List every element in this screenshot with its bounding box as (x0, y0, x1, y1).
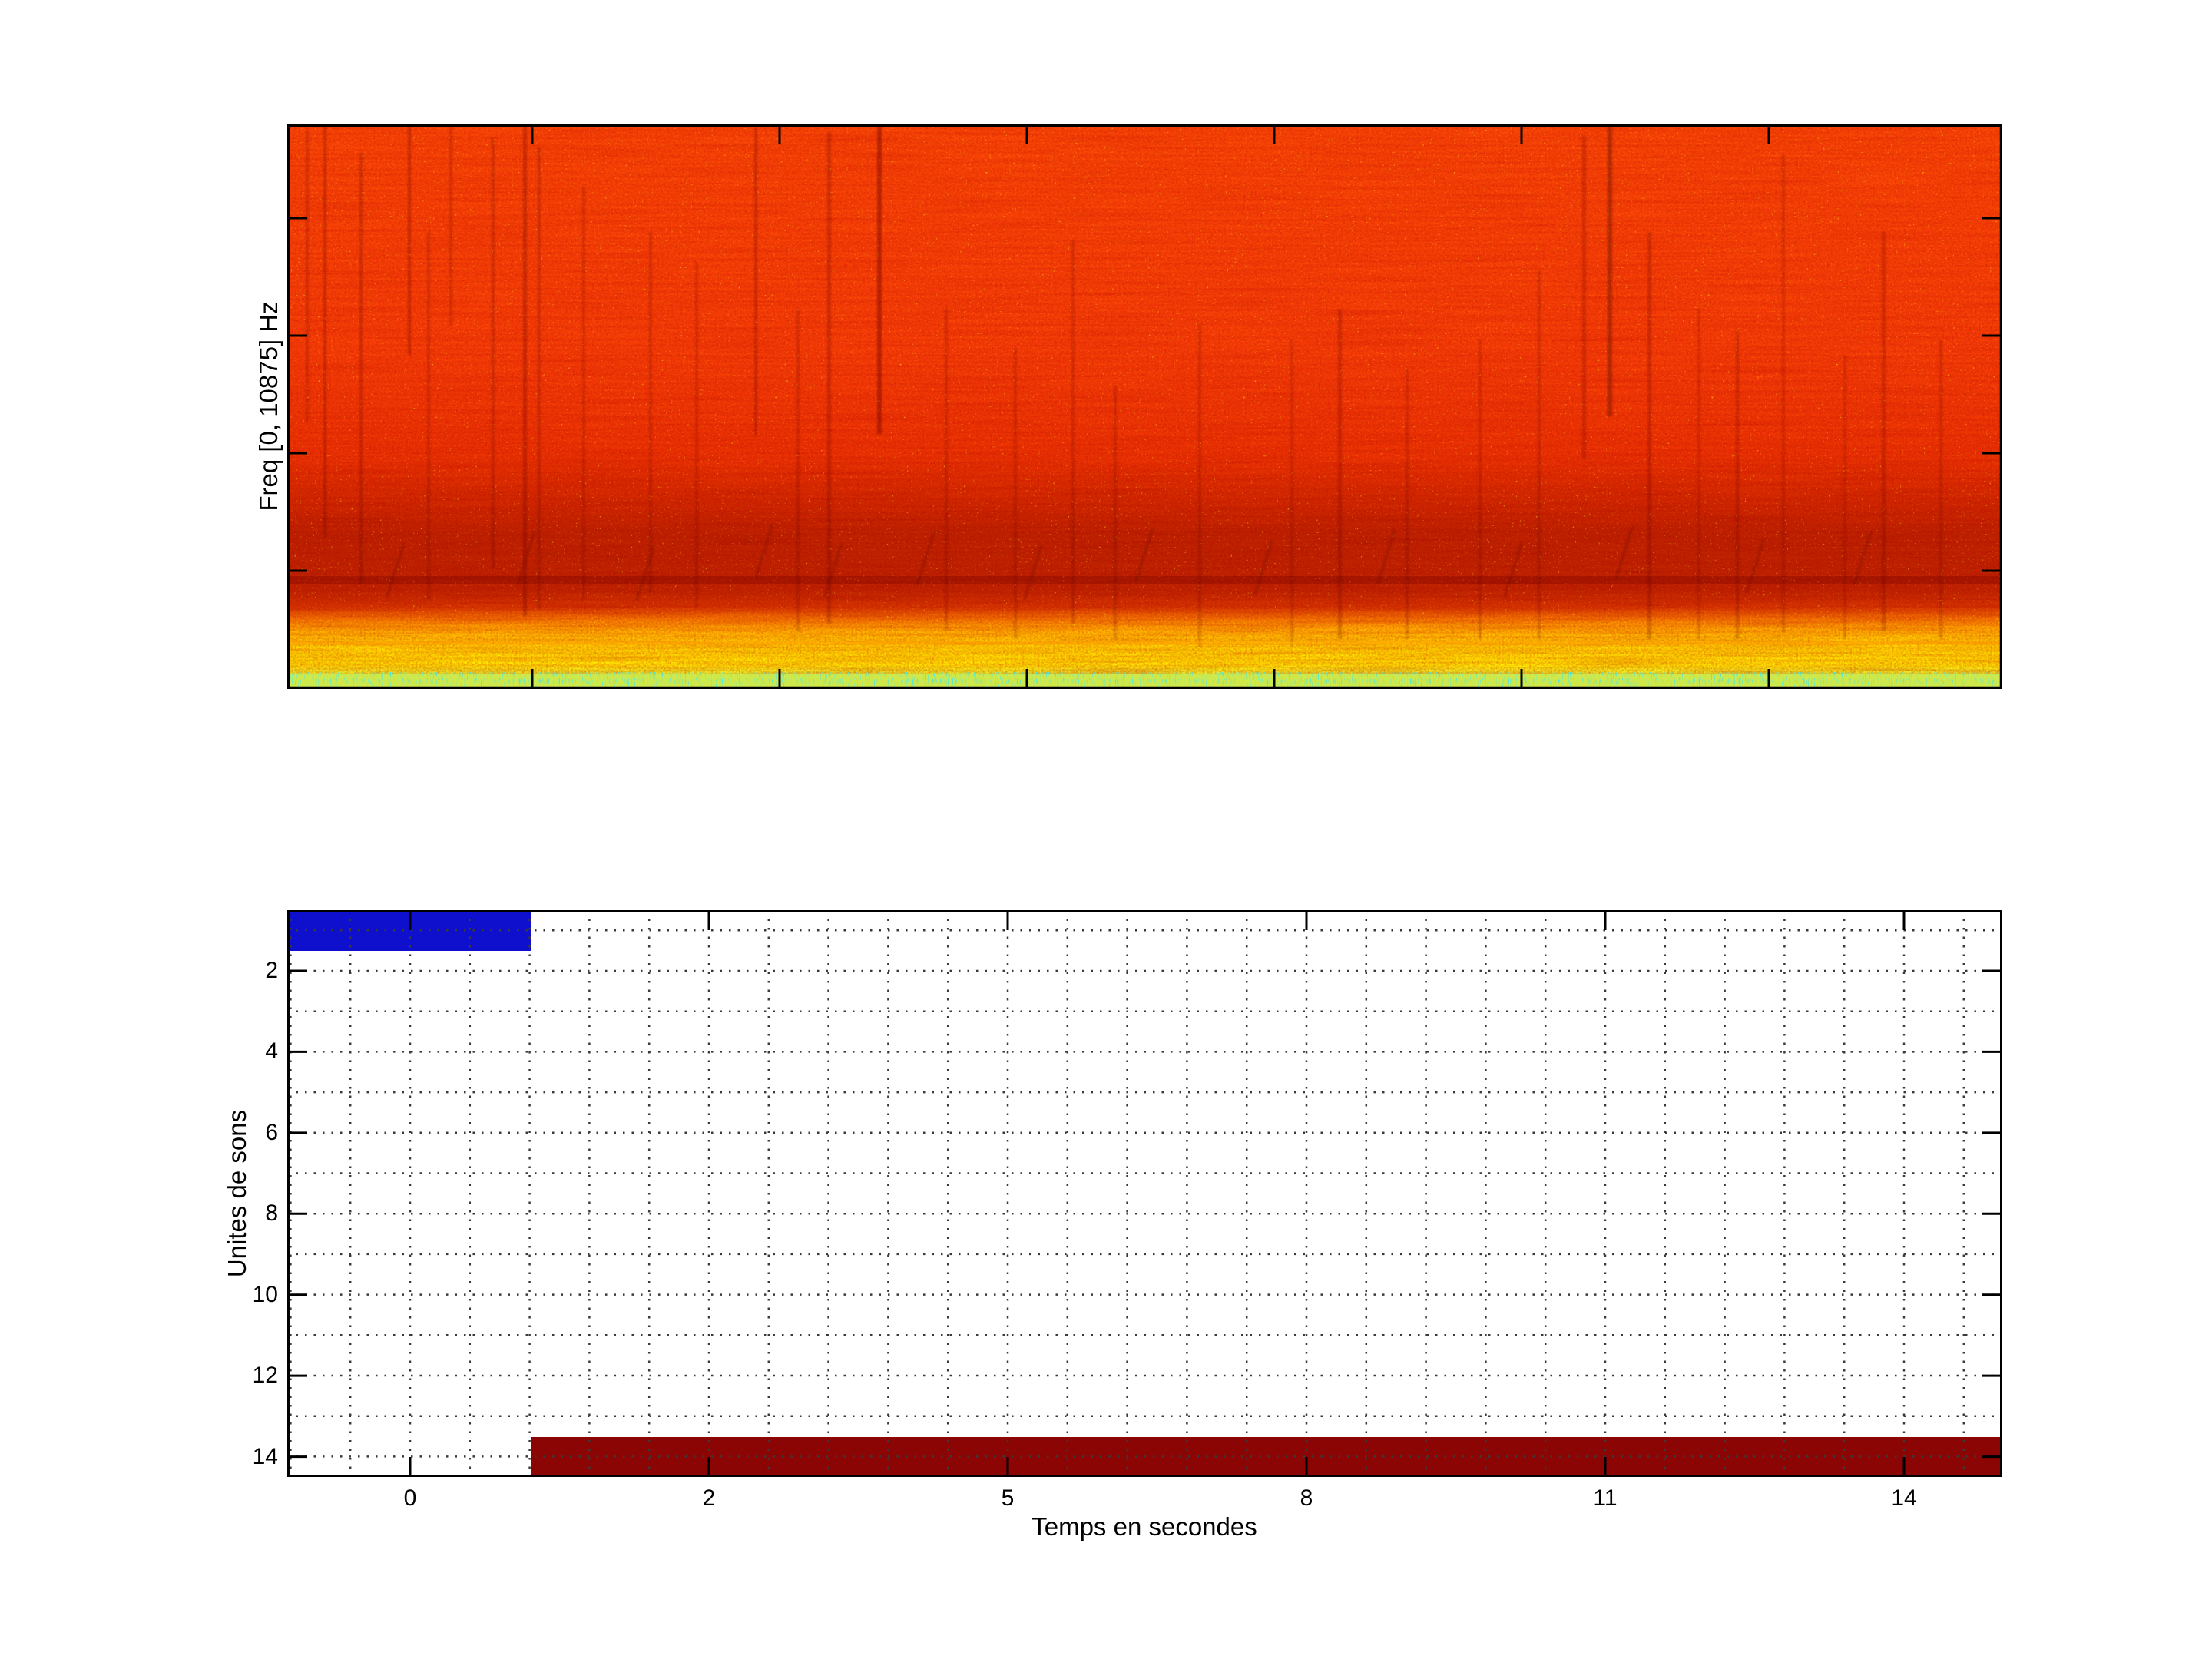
x-tick-label-5: 5 (954, 1482, 1061, 1515)
spectrogram-orange-line (287, 641, 2002, 645)
matlab-figure: Freq [0, 10875] Hz 2 4 6 8 10 12 14 0 2 … (0, 0, 2212, 1659)
y-tick-label-6: 6 (143, 1117, 278, 1149)
activation-background (287, 910, 2002, 1477)
y-tick-label-4: 4 (143, 1035, 278, 1068)
spectrogram-plot (287, 124, 2002, 689)
spectrogram-ylabel: Freq [0, 10875] Hz (253, 137, 285, 675)
x-tick-label-2: 2 (655, 1482, 763, 1515)
x-tick-label-8: 8 (1253, 1482, 1360, 1515)
x-tick-label-11: 11 (1551, 1482, 1659, 1515)
activation-ylabel: Unites de sons (221, 925, 253, 1462)
y-tick-label-8: 8 (143, 1197, 278, 1230)
x-tick-label-14: 14 (1850, 1482, 1958, 1515)
activation-xlabel: Temps en secondes (876, 1511, 1413, 1543)
spectrogram-cyan-strip (287, 672, 2002, 687)
x-tick-label-0: 0 (356, 1482, 464, 1515)
y-tick-label-14: 14 (143, 1441, 278, 1473)
y-tick-label-10: 10 (143, 1279, 278, 1311)
activation-plot (287, 910, 2002, 1477)
y-tick-label-2: 2 (143, 955, 278, 987)
y-tick-label-12: 12 (143, 1359, 278, 1392)
spectrogram-dark-line (287, 576, 2002, 584)
spectrogram-bright-noise (287, 124, 2002, 689)
